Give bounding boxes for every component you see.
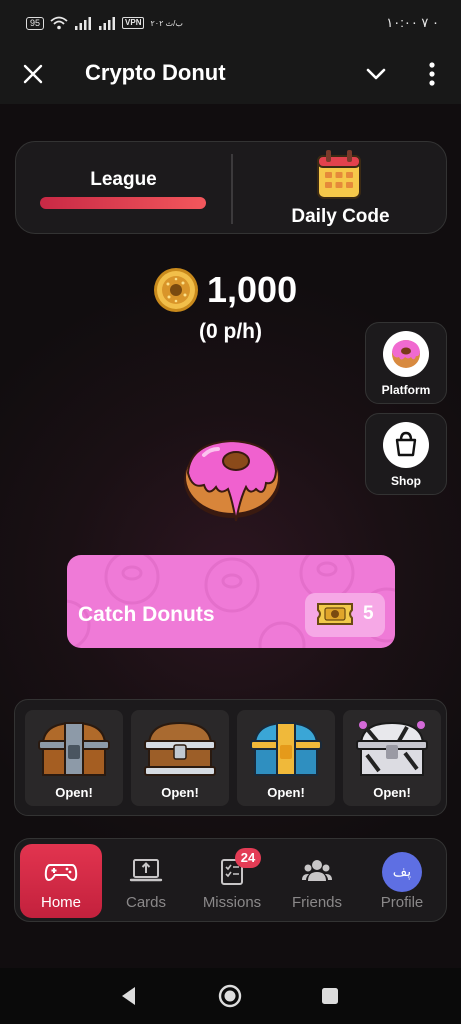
close-icon[interactable] <box>22 63 44 85</box>
ticket-counter: 5 <box>305 593 385 637</box>
chest-card-3[interactable]: Open! <box>237 710 335 806</box>
vpn-indicator: VPN <box>122 17 145 29</box>
league-label: League <box>90 169 157 190</box>
nav-profile[interactable]: پف Profile <box>361 844 443 918</box>
chest-wood-icon <box>38 721 110 776</box>
platform-button[interactable]: Platform <box>365 322 447 404</box>
battery-indicator: 95 <box>26 16 45 30</box>
more-vertical-icon[interactable] <box>422 61 442 87</box>
chevron-down-icon[interactable] <box>364 62 388 86</box>
league-button[interactable]: League <box>16 142 231 235</box>
gamepad-icon <box>44 864 78 882</box>
system-nav-bar <box>0 968 461 1024</box>
shopping-bag-icon <box>395 431 417 457</box>
nav-friends[interactable]: Friends <box>276 844 358 918</box>
chest-blue-gold-icon <box>250 721 322 776</box>
balance-amount: 1,000 <box>207 269 298 310</box>
donut-icon <box>392 340 420 368</box>
bottom-nav: Home Cards 24 Missions Friends پف Profil… <box>14 838 447 922</box>
signal-icon <box>75 17 92 30</box>
chest-card-4[interactable]: Open! <box>343 710 441 806</box>
chest-open-label: Open! <box>373 785 411 800</box>
chests-panel: Open! Open! Open! Open! <box>14 699 447 816</box>
recents-icon[interactable] <box>316 982 344 1010</box>
nav-home-label: Home <box>40 894 81 911</box>
nav-friends-label: Friends <box>291 894 343 911</box>
back-icon[interactable] <box>115 982 143 1010</box>
top-card: League Daily Code <box>15 141 447 234</box>
chest-open-label: Open! <box>267 785 305 800</box>
chest-zebra-icon <box>356 721 428 776</box>
status-bar: 95 VPN ۲۰۲ ب/ث ۱۰:۰۰ ۷ ۰ <box>0 0 461 46</box>
ticket-count: 5 <box>363 603 374 624</box>
nav-home[interactable]: Home <box>20 844 102 918</box>
avatar: پف <box>382 852 422 892</box>
shop-label: Shop <box>391 474 421 488</box>
platform-icon-circle <box>383 331 429 377</box>
catch-donuts-label: Catch Donuts <box>78 603 215 626</box>
status-small-text: ۲۰۲ ب/ث <box>150 18 183 28</box>
app-header: Crypto Donut <box>0 46 461 104</box>
catch-donuts-button[interactable]: Catch Donuts 5 <box>67 555 395 648</box>
chest-open-label: Open! <box>161 785 199 800</box>
wifi-icon <box>50 16 68 30</box>
laptop-upload-icon <box>129 859 163 882</box>
donut-coin-icon <box>154 268 198 312</box>
daily-code-button[interactable]: Daily Code <box>233 142 448 235</box>
signal-icon-2 <box>99 17 116 30</box>
platform-label: Platform <box>381 383 431 397</box>
home-circle-icon[interactable] <box>216 982 244 1010</box>
league-progress-bar <box>40 197 206 209</box>
chest-card-2[interactable]: Open! <box>131 710 229 806</box>
shop-button[interactable]: Shop <box>365 413 447 495</box>
status-icons: 95 VPN ۲۰۲ ب/ث <box>26 16 183 30</box>
nav-profile-label: Profile <box>380 894 424 911</box>
app-title: Crypto Donut <box>85 60 226 85</box>
users-icon <box>302 860 332 881</box>
shop-icon-circle <box>383 422 429 468</box>
nav-missions-label: Missions <box>202 894 262 911</box>
nav-cards-label: Cards <box>125 894 166 911</box>
daily-code-label: Daily Code <box>291 206 390 227</box>
status-time: ۱۰:۰۰ ۷ ۰ <box>386 15 439 30</box>
nav-missions[interactable]: 24 Missions <box>191 844 273 918</box>
chest-silver-icon <box>144 721 216 776</box>
missions-badge: 24 <box>235 848 261 868</box>
donut-tap-target[interactable] <box>180 425 284 525</box>
chest-open-label: Open! <box>55 785 93 800</box>
balance-row: 1,000 <box>0 266 461 316</box>
chest-card-1[interactable]: Open! <box>25 710 123 806</box>
nav-cards[interactable]: Cards <box>105 844 187 918</box>
calendar-icon <box>317 150 361 199</box>
ticket-icon <box>317 603 353 625</box>
